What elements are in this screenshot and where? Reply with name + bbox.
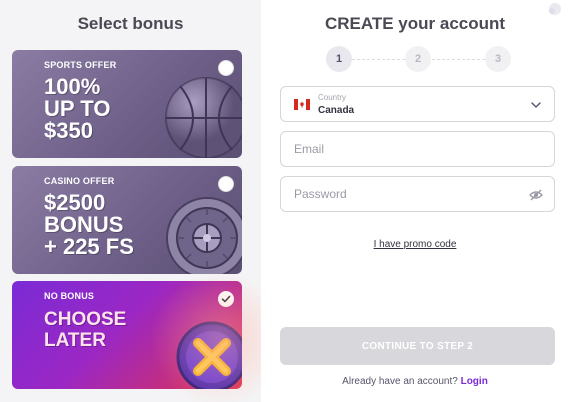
step-1: 1 [326, 46, 352, 72]
bonus-card-no-bonus[interactable]: NO BONUS CHOOSE LATER [12, 281, 242, 389]
bonus-panel-title: Select bonus [77, 14, 184, 33]
login-prompt-row: Already have an account? Login [261, 376, 569, 387]
login-prompt: Already have an account? [342, 376, 458, 387]
country-select[interactable]: Country Canada [280, 86, 555, 122]
chevron-down-icon[interactable] [530, 99, 542, 111]
bonus-card-tag: SPORTS OFFER [44, 60, 117, 70]
password-field-wrapper [280, 176, 555, 212]
country-label: Country [318, 93, 347, 102]
bonus-card-tag: NO BONUS [44, 291, 95, 301]
bonus-panel: Select bonus SPORTS OFFER 100% UP TO $35… [0, 0, 261, 402]
step-2: 2 [405, 46, 431, 72]
bonus-card-casino[interactable]: CASINO OFFER $2500 BONUS + 225 FS [12, 166, 242, 274]
email-field-wrapper [280, 131, 555, 167]
login-link[interactable]: Login [461, 376, 488, 387]
bonus-card-tag: CASINO OFFER [44, 176, 115, 186]
roulette-icon [166, 197, 242, 274]
eye-off-icon[interactable] [529, 189, 543, 201]
step-3: 3 [485, 46, 511, 72]
signup-title: CREATE your account [324, 14, 506, 33]
continue-button[interactable]: CONTINUE TO STEP 2 [280, 327, 555, 365]
password-field[interactable] [281, 177, 554, 211]
bonus-card-sports[interactable]: SPORTS OFFER 100% UP TO $350 [12, 50, 242, 158]
country-value: Canada [318, 105, 355, 116]
bonus-radio-sports[interactable] [218, 60, 234, 76]
x-mark-icon [176, 321, 242, 389]
bonus-card-headline: CHOOSE LATER [44, 309, 127, 351]
step-connector [352, 59, 405, 60]
step-connector [432, 59, 485, 60]
step-progress: 1 2 3 [326, 46, 511, 72]
promo-code-link[interactable]: I have promo code [261, 239, 569, 250]
check-icon [221, 295, 231, 303]
bonus-radio-no-bonus[interactable] [218, 291, 234, 307]
basketball-icon [165, 77, 242, 158]
canada-flag-icon [294, 99, 310, 110]
bonus-radio-casino[interactable] [218, 176, 234, 192]
decorative-corner-icon [549, 3, 561, 15]
email-field[interactable] [281, 132, 554, 166]
signup-panel: CREATE your account 1 2 3 Country Canada [261, 0, 569, 402]
